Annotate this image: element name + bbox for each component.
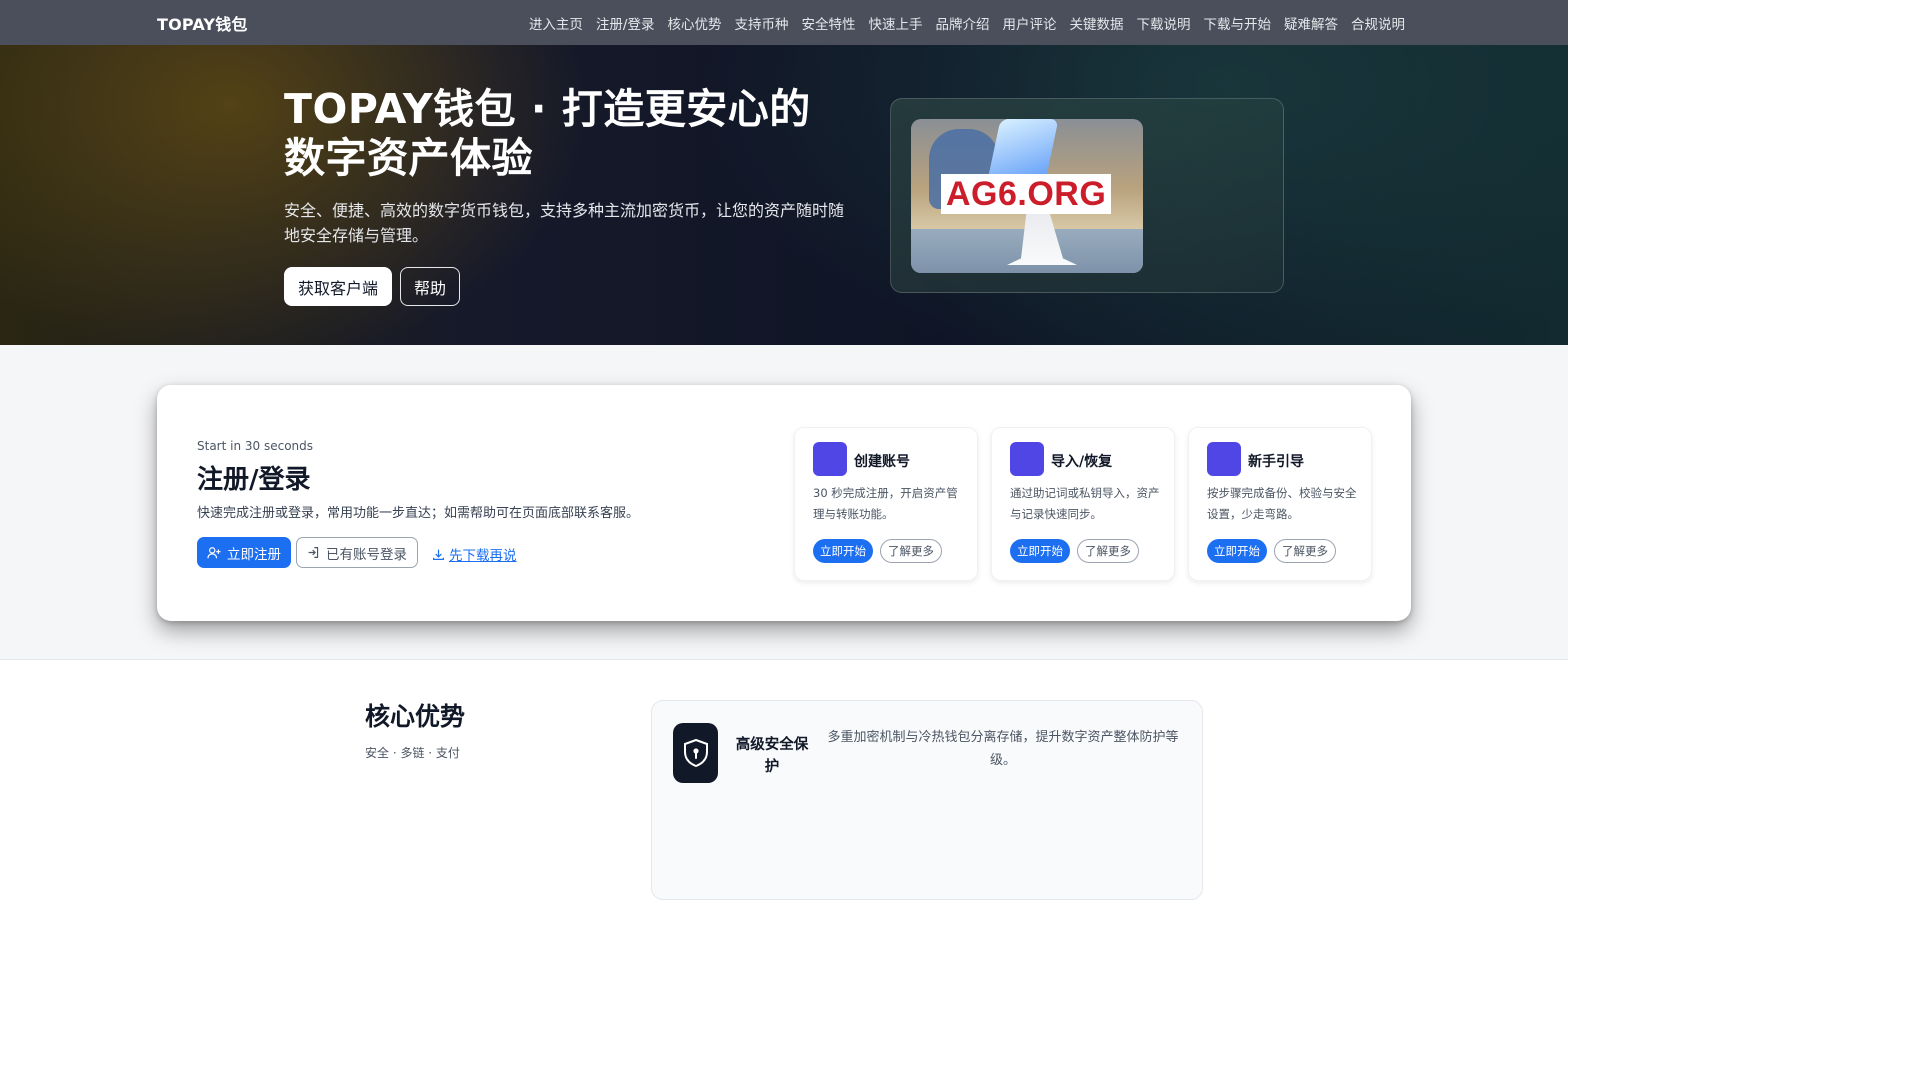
card-start-button[interactable]: 立即开始 xyxy=(813,539,873,563)
nav-links: 进入主页 注册/登录 核心优势 支持币种 安全特性 快速上手 品牌介绍 用户评论… xyxy=(529,13,1405,33)
hero-title: TOPAY钱包 · 打造更安心的数字资产体验 xyxy=(284,85,811,182)
signup-card: Start in 30 seconds 注册/登录 快速完成注册或登录，常用功能… xyxy=(157,385,1411,621)
signup-description: 快速完成注册或登录，常用功能一步直达；如需帮助可在页面底部联系客服。 xyxy=(197,506,640,521)
download-link-label: 先下载再说 xyxy=(449,548,517,564)
help-button[interactable]: 帮助 xyxy=(400,267,461,306)
card-more-button[interactable]: 了解更多 xyxy=(1274,539,1336,563)
card-icon-square xyxy=(813,442,847,476)
card-icon-square xyxy=(1207,442,1241,476)
brand-logo[interactable]: TOPAY钱包 xyxy=(157,11,248,35)
nav-link-compliance[interactable]: 合规说明 xyxy=(1351,13,1405,33)
register-button-label: 立即注册 xyxy=(227,546,281,562)
nav-link-register[interactable]: 注册/登录 xyxy=(596,13,655,33)
nav-link-home[interactable]: 进入主页 xyxy=(529,13,583,33)
signup-title: 注册/登录 xyxy=(197,465,311,495)
register-button[interactable]: 立即注册 xyxy=(197,537,291,568)
beginner-guide-card: 新手引导 按步骤完成备份、校验与安全设置，少走弯路。 立即开始 了解更多 xyxy=(1188,427,1372,581)
nav-link-faq[interactable]: 疑难解答 xyxy=(1284,13,1338,33)
hero-image: AG6.ORG xyxy=(911,119,1143,273)
top-nav: TOPAY钱包 进入主页 注册/登录 核心优势 支持币种 安全特性 快速上手 品… xyxy=(0,0,1568,45)
signup-kicker: Start in 30 seconds xyxy=(197,439,314,453)
card-start-button[interactable]: 立即开始 xyxy=(1207,539,1267,563)
card-description: 通过助记词或私钥导入，资产与记录快速同步。 xyxy=(1010,486,1160,521)
create-account-card: 创建账号 30 秒完成注册，开启资产管理与转账功能。 立即开始 了解更多 xyxy=(794,427,978,581)
image-watermark: AG6.ORG xyxy=(946,174,1107,213)
watermark-box: AG6.ORG xyxy=(941,174,1112,214)
nav-link-security[interactable]: 安全特性 xyxy=(802,13,856,33)
download-first-link[interactable]: 先下载再说 xyxy=(432,544,517,564)
advantages-title: 核心优势 xyxy=(365,702,466,731)
nav-link-download-start[interactable]: 下载与开始 xyxy=(1204,13,1272,33)
card-start-button[interactable]: 立即开始 xyxy=(1010,539,1070,563)
nav-link-reviews[interactable]: 用户评论 xyxy=(1003,13,1057,33)
hero-image-card: AG6.ORG xyxy=(890,98,1284,293)
import-restore-card: 导入/恢复 通过助记词或私钥导入，资产与记录快速同步。 立即开始 了解更多 xyxy=(991,427,1175,581)
nav-link-download-info[interactable]: 下载说明 xyxy=(1137,13,1191,33)
card-title: 新手引导 xyxy=(1248,454,1304,470)
card-title: 创建账号 xyxy=(854,454,910,470)
login-button[interactable]: 已有账号登录 xyxy=(296,537,418,568)
nav-link-data[interactable]: 关键数据 xyxy=(1070,13,1124,33)
feature-description: 多重加密机制与冷热钱包分离存储，提升数字资产整体防护等级。 xyxy=(827,730,1179,768)
nav-link-currencies[interactable]: 支持币种 xyxy=(735,13,789,33)
feature-title: 高级安全保护 xyxy=(735,737,809,775)
card-title: 导入/恢复 xyxy=(1051,454,1113,470)
feature-card-security: 高级安全保护 多重加密机制与冷热钱包分离存储，提升数字资产整体防护等级。 xyxy=(651,700,1203,900)
card-description: 按步骤完成备份、校验与安全设置，少走弯路。 xyxy=(1207,486,1357,521)
hero-section: TOPAY钱包 · 打造更安心的数字资产体验 安全、便捷、高效的数字货币钱包，支… xyxy=(0,45,1568,345)
nav-link-quickstart[interactable]: 快速上手 xyxy=(869,13,923,33)
nav-link-brand[interactable]: 品牌介绍 xyxy=(936,13,990,33)
get-client-button[interactable]: 获取客户端 xyxy=(284,267,393,306)
card-more-button[interactable]: 了解更多 xyxy=(1077,539,1139,563)
login-button-label: 已有账号登录 xyxy=(326,546,407,562)
user-plus-icon xyxy=(207,546,221,560)
card-description: 30 秒完成注册，开启资产管理与转账功能。 xyxy=(813,486,958,521)
nav-link-advantages[interactable]: 核心优势 xyxy=(668,13,722,33)
card-more-button[interactable]: 了解更多 xyxy=(880,539,942,563)
download-icon xyxy=(432,548,445,561)
hero-description: 安全、便捷、高效的数字货币钱包，支持多种主流加密货币，让您的资产随时随地安全存储… xyxy=(284,201,845,245)
shield-icon xyxy=(673,723,718,783)
advantages-subtitle: 安全 · 多链 · 支付 xyxy=(365,746,460,760)
login-icon xyxy=(307,546,320,559)
card-icon-square xyxy=(1010,442,1044,476)
